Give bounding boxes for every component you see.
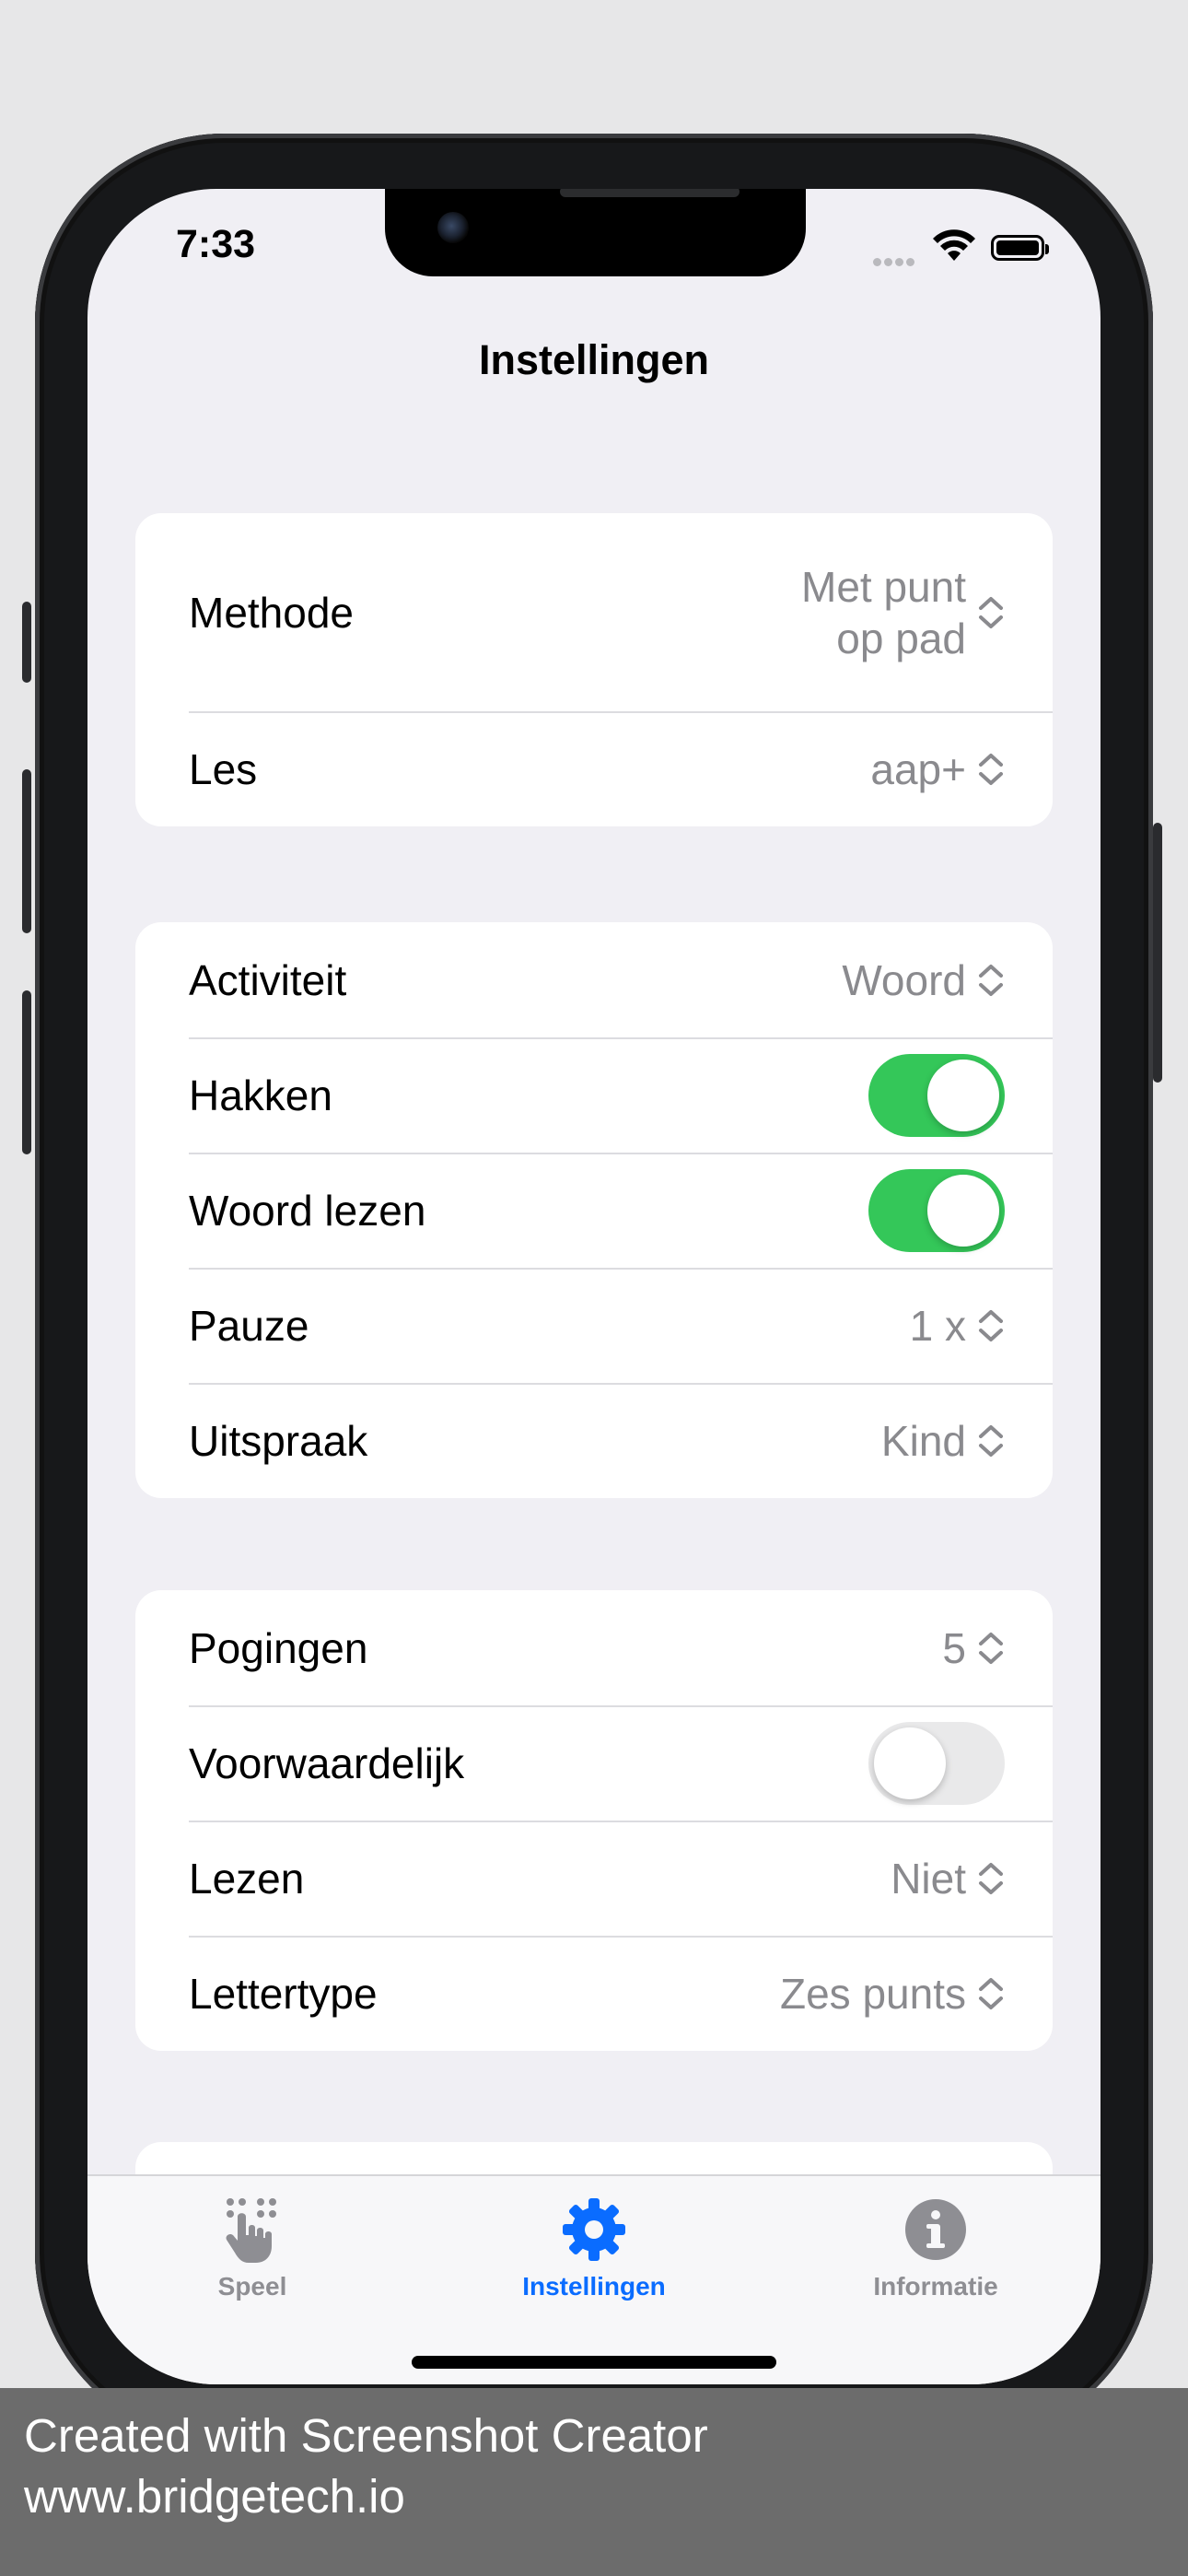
chevron-up-down-icon	[979, 1977, 1003, 2009]
row-value: Kind	[880, 1416, 966, 1465]
row-value: aap+	[870, 744, 966, 793]
home-indicator	[412, 2356, 776, 2369]
hakken-toggle[interactable]	[868, 1053, 1005, 1137]
row-label: Les	[189, 744, 258, 793]
woord-lezen-toggle[interactable]	[868, 1168, 1005, 1252]
screen: 7:33 Instellingen Methode Met punt op pad…	[87, 189, 1101, 2384]
row-label: Lettertype	[189, 1969, 378, 2018]
row-label: Methode	[189, 588, 355, 637]
chevron-up-down-icon	[979, 753, 1003, 785]
row-label: Pogingen	[189, 1623, 368, 1672]
wifi-icon	[933, 229, 975, 261]
gear-icon	[563, 2198, 625, 2261]
volume-down-button	[22, 990, 31, 1154]
info-icon	[905, 2199, 966, 2260]
row-voorwaardelijk: Voorwaardelijk	[135, 1705, 1053, 1821]
row-hakken: Hakken	[135, 1037, 1053, 1153]
row-value: Woord	[842, 955, 966, 1004]
row-lezen[interactable]: Lezen Niet	[135, 1821, 1053, 1936]
row-uitspraak[interactable]: Uitspraak Kind	[135, 1383, 1053, 1498]
row-label: Hakken	[189, 1071, 332, 1119]
row-label: Lezen	[189, 1854, 305, 1903]
tab-speel[interactable]: Speel	[137, 2195, 367, 2301]
row-label: Pauze	[189, 1301, 309, 1350]
voorwaardelijk-toggle[interactable]	[868, 1721, 1005, 1805]
row-label: Activiteit	[189, 955, 347, 1004]
footer-line-1: Created with Screenshot Creator	[24, 2409, 708, 2462]
row-value: 1 x	[909, 1301, 966, 1350]
footer-line-2: www.bridgetech.io	[24, 2470, 405, 2523]
front-camera	[437, 212, 469, 243]
watermark-footer: Created with Screenshot Creator www.brid…	[0, 2388, 1188, 2576]
row-value: Met punt op pad	[801, 562, 966, 662]
row-value: Niet	[891, 1854, 966, 1903]
tab-informatie[interactable]: Informatie	[821, 2195, 1051, 2301]
row-label: Uitspraak	[189, 1416, 368, 1465]
tab-label: Speel	[217, 2272, 287, 2301]
row-lettertype[interactable]: Lettertype Zes punts	[135, 1936, 1053, 2051]
battery-icon	[991, 235, 1049, 261]
row-les[interactable]: Les aap+	[135, 711, 1053, 826]
status-time: 7:33	[176, 222, 256, 266]
row-label: Woord lezen	[189, 1186, 426, 1235]
mute-switch	[22, 602, 31, 683]
chevron-up-down-icon	[979, 964, 1003, 996]
speaker-grille	[560, 189, 740, 197]
row-activiteit[interactable]: Activiteit Woord	[135, 922, 1053, 1037]
chevron-up-down-icon	[979, 1632, 1003, 1664]
row-methode[interactable]: Methode Met punt op pad	[135, 513, 1053, 711]
settings-group-2: Activiteit Woord Hakken Woord lezen Pauz…	[135, 922, 1053, 1498]
row-pauze[interactable]: Pauze 1 x	[135, 1268, 1053, 1383]
chevron-up-down-icon	[979, 1862, 1003, 1894]
chevron-up-down-icon	[979, 1309, 1003, 1341]
tab-instellingen[interactable]: Instellingen	[479, 2195, 709, 2301]
notch	[385, 189, 806, 276]
row-pogingen[interactable]: Pogingen 5	[135, 1590, 1053, 1705]
tab-bar: Speel Instellingen Informatie	[87, 2174, 1101, 2384]
tab-label: Informatie	[873, 2272, 998, 2301]
row-value: 5	[942, 1623, 966, 1672]
power-button	[1153, 823, 1162, 1083]
page-title: Instellingen	[478, 336, 710, 383]
settings-group-1: Methode Met punt op pad Les aap+	[135, 513, 1053, 826]
row-value: Zes punts	[780, 1969, 966, 2018]
tab-label: Instellingen	[522, 2272, 666, 2301]
volume-up-button	[22, 769, 31, 933]
chevron-up-down-icon	[979, 1424, 1003, 1457]
chevron-up-down-icon	[979, 596, 1003, 628]
row-label: Voorwaardelijk	[189, 1739, 465, 1787]
signal-icon	[873, 254, 921, 266]
settings-group-3: Pogingen 5 Voorwaardelijk Lezen Niet Let…	[135, 1590, 1053, 2051]
row-woord-lezen: Woord lezen	[135, 1153, 1053, 1268]
hand-dots-icon	[226, 2198, 276, 2263]
